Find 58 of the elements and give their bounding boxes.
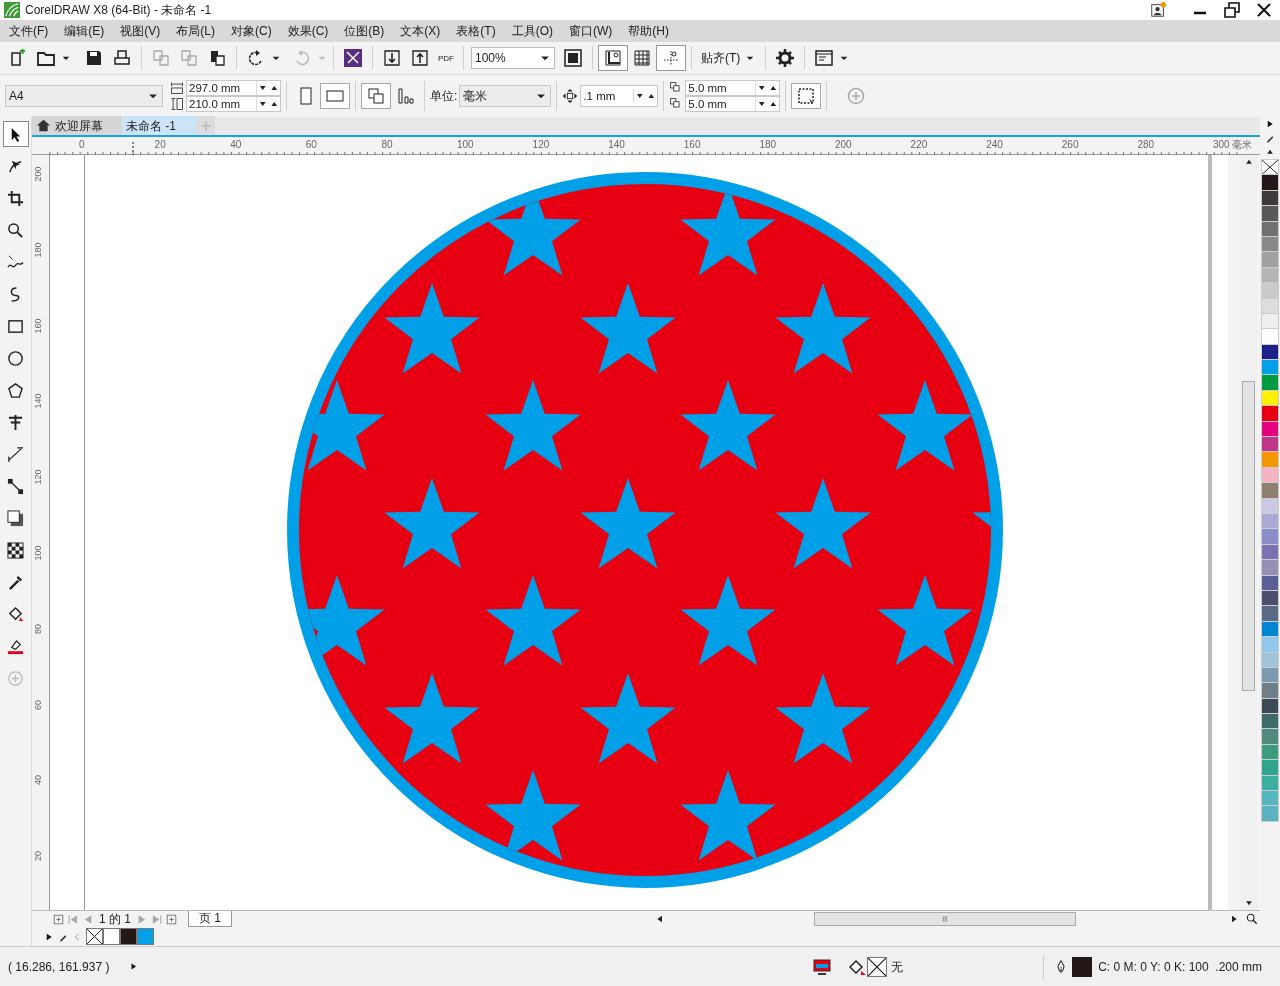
- ruler-label: 200: [835, 138, 852, 152]
- menu-item[interactable]: 对象(C): [224, 20, 279, 42]
- ruler-label: 280: [1137, 138, 1155, 152]
- ruler-label: 240: [986, 138, 1003, 152]
- document-tab[interactable]: 未命名 -1: [122, 116, 197, 135]
- nudge-field[interactable]: .1 mm: [580, 85, 659, 107]
- menu-item[interactable]: 表格(T): [449, 20, 503, 42]
- ruler-label: 40: [33, 774, 43, 788]
- ruler-label: 20: [33, 850, 43, 864]
- units-label: 单位:: [430, 88, 458, 105]
- ruler-label: 100: [33, 544, 43, 563]
- page-width-field[interactable]: 297.0 mm: [186, 80, 281, 96]
- ruler-label: 80: [381, 138, 393, 152]
- ruler-unit-label: 毫米: [1232, 138, 1252, 152]
- duplicate-y-field[interactable]: 5.0 mm: [685, 96, 781, 112]
- ruler-label: 160: [33, 317, 43, 336]
- ruler-label: 180: [759, 138, 777, 152]
- duplicate-x-field[interactable]: 5.0 mm: [685, 80, 781, 96]
- ruler-label: 180: [33, 241, 43, 260]
- page-count: 1 的 1: [98, 911, 132, 928]
- ruler-label: 200: [33, 165, 43, 184]
- menu-item[interactable]: 帮助(H): [621, 20, 676, 42]
- page-size-combo[interactable]: A4: [5, 85, 163, 107]
- ruler-label: 40: [230, 138, 242, 152]
- ruler-label: 160: [683, 138, 701, 152]
- page-height-field[interactable]: 210.0 mm: [186, 96, 281, 112]
- ruler-label: 140: [608, 138, 625, 152]
- outline-status: C: 0 M: 0 Y: 0 K: 100 .200 mm: [1098, 958, 1262, 976]
- ruler-label: 120: [532, 138, 550, 152]
- ruler-label: 80: [33, 622, 43, 636]
- ruler-label: 60: [305, 138, 317, 152]
- snap-to-menu[interactable]: 贴齐(T): [697, 45, 761, 71]
- ruler-label: 20: [154, 138, 166, 152]
- ruler-label: 120: [33, 468, 43, 487]
- menu-item[interactable]: 位图(B): [337, 20, 392, 42]
- units-combo[interactable]: 毫米: [459, 85, 552, 107]
- publish-pdf-button[interactable]: PDF: [434, 45, 458, 71]
- zoom-combo[interactable]: 100%: [471, 47, 555, 69]
- menu-item[interactable]: 布局(L): [169, 20, 222, 42]
- document-tab[interactable]: 欢迎屏幕: [32, 116, 122, 135]
- ruler-label: 0: [79, 138, 85, 152]
- menu-item[interactable]: 效果(C): [280, 20, 336, 42]
- menu-item[interactable]: 文件(F): [2, 20, 56, 42]
- ruler-label: 220: [910, 138, 928, 152]
- fill-status: 无: [891, 958, 904, 976]
- menu-item[interactable]: 工具(O): [504, 20, 560, 42]
- window-title: CorelDRAW X8 (64-Bit) - 未命名 -1: [25, 2, 212, 19]
- ruler-label: 260: [1061, 138, 1079, 152]
- menu-item[interactable]: 编辑(E): [57, 20, 112, 42]
- ruler-label: 100: [457, 138, 474, 152]
- menu-item[interactable]: 文本(X): [393, 20, 448, 42]
- page-tab[interactable]: 页 1: [188, 911, 233, 927]
- ruler-label: 60: [33, 698, 43, 712]
- cursor-coordinates: ( 16.286, 161.937 ): [8, 958, 110, 976]
- menu-item[interactable]: 视图(V): [113, 20, 168, 42]
- ruler-label: 300: [1213, 138, 1230, 152]
- menu-item[interactable]: 窗口(W): [562, 20, 620, 42]
- ruler-label: 140: [33, 392, 43, 411]
